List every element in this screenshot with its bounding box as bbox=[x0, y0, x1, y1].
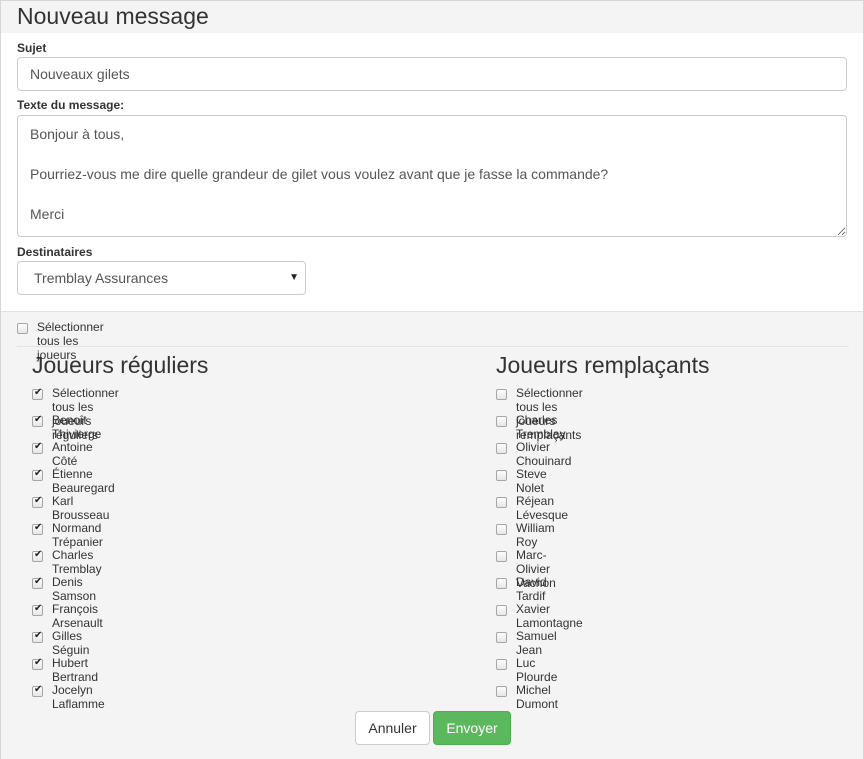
regular-player-item-label: Gilles Séguin bbox=[52, 629, 90, 657]
select-all-players-checkbox[interactable] bbox=[17, 323, 28, 334]
substitute-player-item-checkbox[interactable] bbox=[496, 497, 507, 508]
substitute-player-item-checkbox[interactable] bbox=[496, 416, 507, 427]
substitute-player-item-label: Xavier Lamontagne bbox=[516, 602, 583, 630]
select-all-substitute-checkbox[interactable] bbox=[496, 389, 507, 400]
body-label: Texte du message: bbox=[17, 98, 125, 112]
regular-player-item-checkbox[interactable] bbox=[32, 468, 43, 481]
regular-player-item-checkbox[interactable] bbox=[32, 657, 43, 670]
message-dialog: Nouveau message Sujet Texte du message: … bbox=[0, 0, 864, 759]
regular-player-item-checkbox[interactable] bbox=[32, 630, 43, 643]
divider bbox=[17, 346, 849, 347]
substitute-player-item-checkbox[interactable] bbox=[496, 578, 507, 589]
message-body-textarea[interactable]: Bonjour à tous, Pourriez-vous me dire qu… bbox=[17, 115, 847, 237]
regular-player-item-label: Antoine Côté bbox=[52, 440, 93, 468]
substitute-player-item-label: Olivier Chouinard bbox=[516, 440, 572, 468]
regular-player-item-label: Karl Brousseau bbox=[52, 494, 110, 522]
subject-input[interactable] bbox=[17, 57, 847, 91]
regular-player-item-checkbox[interactable] bbox=[32, 576, 43, 589]
substitute-player-item-label: William Roy bbox=[516, 521, 555, 549]
regular-player-item-label: Hubert Bertrand bbox=[52, 656, 99, 684]
regular-player-item-label: Charles Tremblay bbox=[52, 548, 102, 576]
players-panel: Sélectionner tous les joueurs Joueurs ré… bbox=[1, 311, 863, 759]
substitute-player-item-label: Steve Nolet bbox=[516, 467, 547, 495]
regular-player-item-checkbox[interactable] bbox=[32, 441, 43, 454]
caret-down-icon: ▼ bbox=[289, 272, 299, 283]
recipients-selected-value: Tremblay Assurances bbox=[34, 270, 169, 286]
regular-player-item-checkbox[interactable] bbox=[32, 684, 43, 697]
substitute-player-item-label: Charles Tremblay bbox=[516, 413, 566, 441]
substitute-player-item-checkbox[interactable] bbox=[496, 686, 507, 697]
page-title: Nouveau message bbox=[17, 3, 209, 29]
recipients-select[interactable]: Tremblay Assurances ▼ bbox=[17, 261, 306, 295]
recipients-label: Destinataires bbox=[17, 245, 93, 259]
substitute-player-item-checkbox[interactable] bbox=[496, 551, 507, 562]
regular-player-item-checkbox[interactable] bbox=[32, 414, 43, 427]
regular-player-item-checkbox[interactable] bbox=[32, 549, 43, 562]
substitute-player-item-checkbox[interactable] bbox=[496, 605, 507, 616]
regular-player-item-label: Denis Samson bbox=[52, 575, 97, 603]
regular-player-item-checkbox[interactable] bbox=[32, 603, 43, 616]
regular-players-title: Joueurs réguliers bbox=[32, 352, 209, 378]
regular-player-item-label: Étienne Beauregard bbox=[52, 467, 115, 495]
regular-player-item-label: Benoît Thivierge bbox=[52, 413, 102, 441]
substitute-player-item-checkbox[interactable] bbox=[496, 443, 507, 454]
substitute-player-item-checkbox[interactable] bbox=[496, 632, 507, 643]
substitute-player-item-label: Réjean Lévesque bbox=[516, 494, 569, 522]
cancel-button[interactable]: Annuler bbox=[355, 711, 430, 745]
substitute-player-item-label: Michel Dumont bbox=[516, 683, 559, 711]
send-button[interactable]: Envoyer bbox=[433, 711, 511, 745]
title-bar: Nouveau message bbox=[1, 1, 863, 33]
select-all-regular-checkbox[interactable] bbox=[32, 387, 43, 400]
regular-player-item-label: François Arsenault bbox=[52, 602, 103, 630]
regular-player-item-label: Jocelyn Laflamme bbox=[52, 683, 105, 711]
subject-label: Sujet bbox=[17, 41, 47, 55]
regular-player-item-checkbox[interactable] bbox=[32, 522, 43, 535]
regular-player-item-label: Normand Trépanier bbox=[52, 521, 103, 549]
regular-player-item-checkbox[interactable] bbox=[32, 495, 43, 508]
substitute-players-title: Joueurs remplaçants bbox=[496, 352, 710, 378]
substitute-player-item-checkbox[interactable] bbox=[496, 470, 507, 481]
substitute-player-item-label: Samuel Jean bbox=[516, 629, 557, 657]
substitute-player-item-label: David Tardif bbox=[516, 575, 547, 603]
substitute-player-item-label: Luc Plourde bbox=[516, 656, 558, 684]
substitute-player-item-checkbox[interactable] bbox=[496, 524, 507, 535]
substitute-player-item-checkbox[interactable] bbox=[496, 659, 507, 670]
